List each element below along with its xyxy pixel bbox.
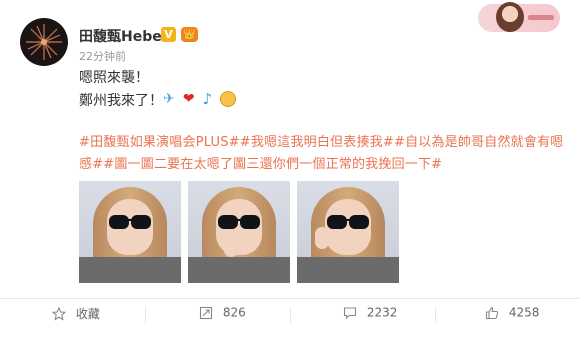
repost-button[interactable]: 826	[199, 305, 246, 325]
verified-badge-icon: V	[161, 27, 176, 42]
firework-avatar-icon	[26, 24, 62, 60]
action-separator	[145, 307, 146, 323]
save-label: 收藏	[75, 307, 100, 321]
action-separator	[435, 307, 436, 323]
emoji-row: ✈ ❤ ♪	[163, 88, 237, 108]
plane-icon: ✈	[163, 90, 175, 107]
post-text-line-1: 嗯照來襲！	[79, 70, 149, 86]
star-icon	[52, 306, 66, 321]
photo-thumbnail-2[interactable]	[188, 181, 290, 283]
heart-icon: ❤	[182, 90, 195, 107]
post-timestamp[interactable]: 22分钟前	[79, 48, 126, 64]
post-text-line-2: 鄭州我來了！	[79, 93, 163, 109]
user-card-badge[interactable]	[478, 2, 560, 32]
photo-thumbnail-3[interactable]	[297, 181, 399, 283]
member-crown-icon: 👑	[181, 27, 198, 42]
badge-decoration	[528, 15, 554, 20]
action-bar-divider	[0, 298, 580, 299]
like-count: 4258	[508, 305, 540, 320]
author-name[interactable]: 田馥甄Hebe	[79, 26, 162, 46]
music-note-icon: ♪	[202, 89, 213, 108]
author-avatar[interactable]	[20, 18, 68, 66]
photo-thumbnail-1[interactable]	[79, 181, 181, 283]
save-button[interactable]: 收藏	[52, 305, 100, 325]
repost-icon	[199, 306, 213, 319]
comment-icon	[343, 306, 357, 319]
thumbs-up-icon	[485, 306, 499, 319]
comment-button[interactable]: 2232	[343, 305, 397, 325]
action-separator	[290, 307, 291, 323]
hashtag-line-1[interactable]: #田馥甄如果演唱会PLUS##我嗯這我明白但表揍我##自以為是帥哥自然就會有嗯	[79, 131, 563, 150]
comment-count: 2232	[366, 305, 398, 320]
hashtag-line-2[interactable]: 感##圖一圖二要在太嗯了圖三還你們一個正常的我挽回一下#	[79, 153, 442, 172]
smile-icon	[220, 90, 237, 107]
repost-count: 826	[222, 305, 246, 320]
weibo-post-card: 田馥甄Hebe V 👑 22分钟前 嗯照來襲！ 鄭州我來了！ ✈ ❤ ♪ #田馥…	[0, 0, 580, 337]
like-button[interactable]: 4258	[485, 305, 539, 325]
badge-portrait-icon	[496, 2, 524, 32]
